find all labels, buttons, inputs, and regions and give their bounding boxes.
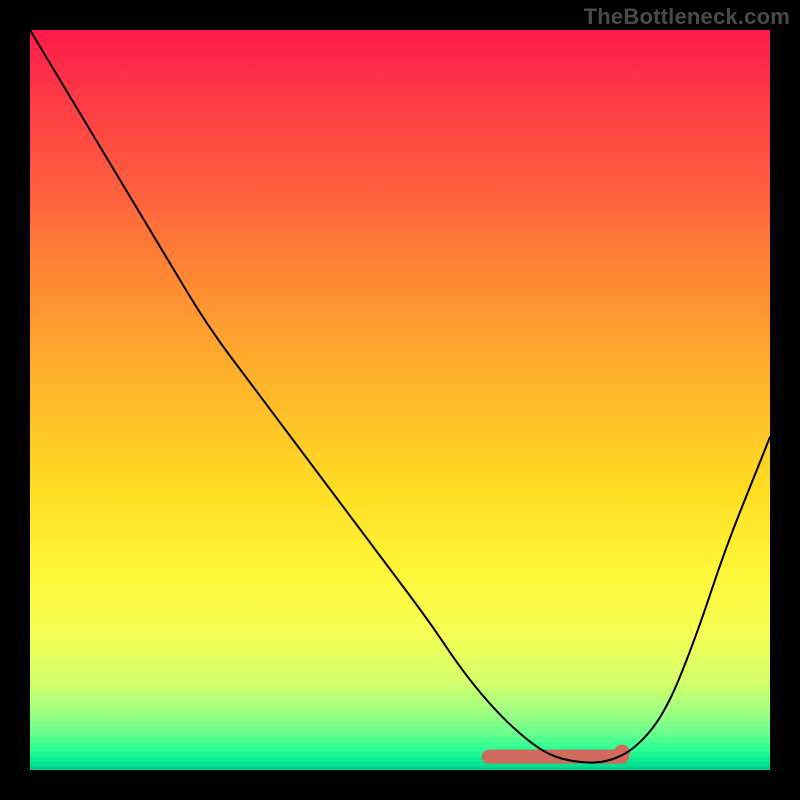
plot-area [30, 30, 770, 770]
bottleneck-curve-line [30, 30, 770, 763]
chart-frame: TheBottleneck.com [0, 0, 800, 800]
curve-svg [30, 30, 770, 770]
watermark-text: TheBottleneck.com [584, 4, 790, 30]
